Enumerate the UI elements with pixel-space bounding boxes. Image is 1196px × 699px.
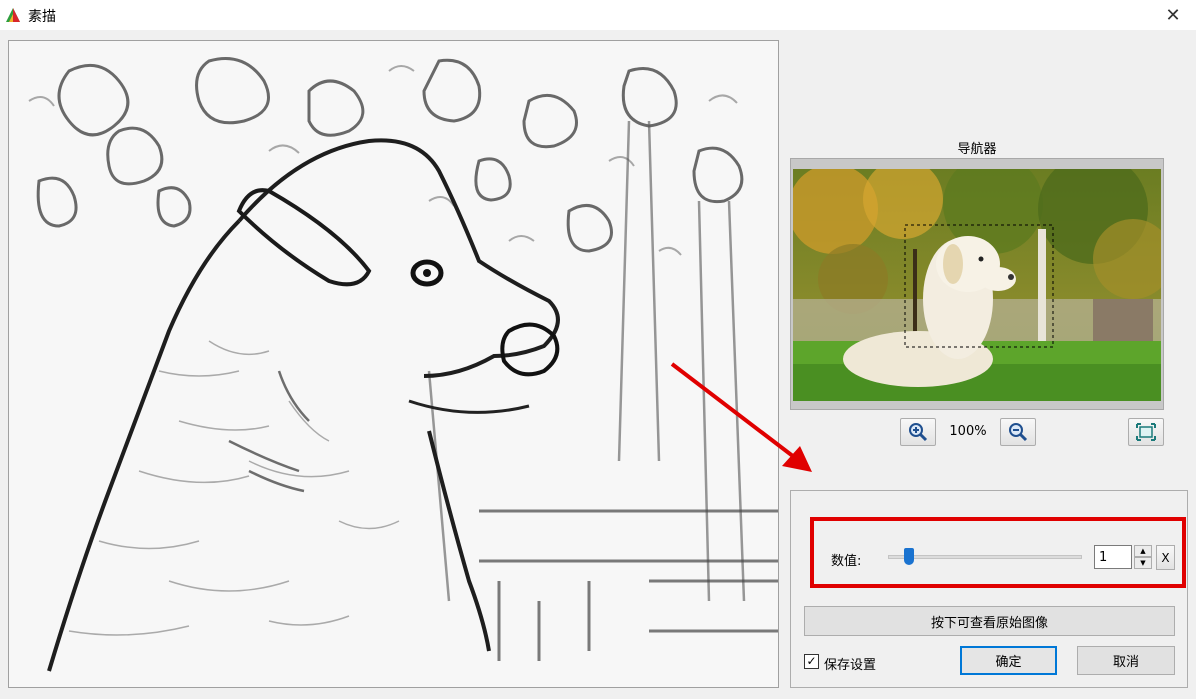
navigator-panel[interactable]: [790, 158, 1164, 410]
close-button[interactable]: ✕: [1150, 0, 1196, 30]
navigator-thumbnail[interactable]: [793, 169, 1161, 401]
sketch-preview-canvas[interactable]: [8, 40, 779, 688]
show-original-button[interactable]: 按下可查看原始图像: [804, 606, 1175, 636]
value-increment-button[interactable]: ▲: [1134, 545, 1152, 557]
ok-button[interactable]: 确定: [960, 646, 1057, 675]
arrow-up-icon: ▲: [1140, 547, 1146, 555]
window-title: 素描: [28, 9, 56, 25]
zoom-in-icon: [909, 423, 928, 442]
value-slider[interactable]: [888, 555, 1082, 559]
app-icon: [6, 8, 20, 22]
value-slider-thumb[interactable]: [904, 548, 915, 565]
value-decrement-button[interactable]: ▼: [1134, 557, 1152, 569]
navigator-label: 导航器: [957, 142, 997, 157]
zoom-out-icon: [1009, 423, 1028, 442]
reset-value-button[interactable]: X: [1156, 545, 1175, 570]
value-label: 数值:: [831, 554, 862, 569]
arrow-down-icon: ▼: [1140, 559, 1146, 567]
sketch-image: [9, 41, 778, 687]
checkmark-icon: ✓: [806, 654, 817, 668]
close-icon: ✕: [1165, 4, 1181, 26]
zoom-in-button[interactable]: [900, 418, 936, 446]
value-input[interactable]: [1094, 545, 1132, 569]
save-settings-label: 保存设置: [824, 658, 877, 673]
zoom-out-button[interactable]: [1000, 418, 1036, 446]
title-bar: 素描 ✕: [0, 0, 1196, 30]
fit-to-window-button[interactable]: [1128, 418, 1164, 446]
cancel-button[interactable]: 取消: [1077, 646, 1175, 675]
fit-to-window-icon: [1136, 423, 1156, 441]
zoom-controls: 100%: [790, 418, 1164, 446]
dog-photo-thumbnail: [793, 169, 1161, 401]
zoom-level: 100%: [949, 424, 987, 439]
save-settings-checkbox[interactable]: ✓: [804, 654, 819, 669]
